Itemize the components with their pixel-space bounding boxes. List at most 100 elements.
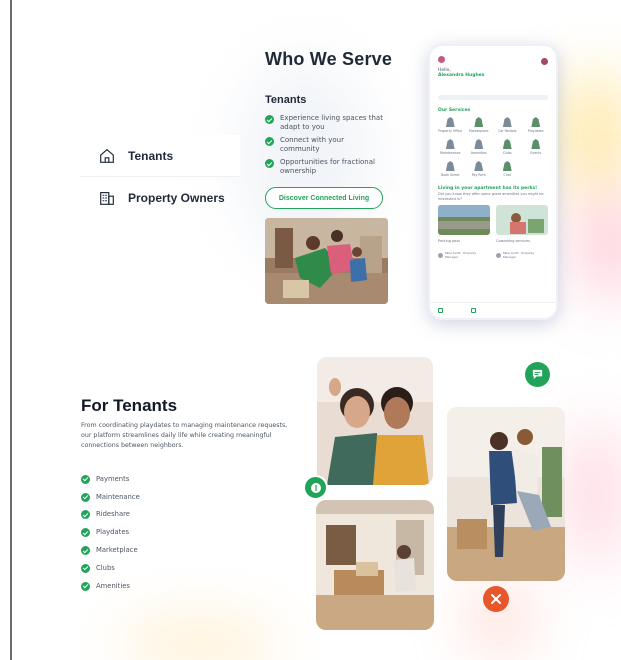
tenant-features-list: Payments Maintenance Rideshare Playdates…	[81, 470, 140, 595]
phone-perk-cards	[430, 201, 556, 236]
parking-card-image[interactable]	[438, 205, 490, 236]
check-icon	[265, 159, 274, 168]
moving-boxes-photo	[316, 500, 434, 630]
avatar[interactable]	[541, 58, 548, 65]
service-label: Property Office	[438, 129, 463, 133]
service-icon	[531, 139, 541, 149]
feature-label: Amenities	[96, 581, 130, 590]
service-item[interactable]: Car Rentals	[493, 117, 522, 133]
benefit-text: Experience living spaces that adapt to y…	[280, 114, 383, 131]
app-phone-mockup: Hello, Alexandra Hughes Our Services Pro…	[428, 44, 558, 320]
service-label: Chat	[503, 173, 511, 177]
maintenance-badge	[483, 586, 509, 612]
check-icon	[265, 115, 274, 124]
service-item[interactable]: Property Office	[436, 117, 465, 133]
discover-connected-living-button[interactable]: Discover Connected Living	[265, 187, 383, 209]
contact-chip[interactable]: Mike Scott · Property Manager	[438, 251, 490, 259]
service-item[interactable]: Playdates	[522, 117, 551, 133]
feature-item: Payments	[81, 470, 140, 488]
benefit-text: Connect with your community	[280, 136, 344, 153]
feature-item: Rideshare	[81, 506, 140, 524]
contact-text: Mike Scott · Property Manager	[444, 251, 477, 260]
payment-badge	[303, 475, 328, 500]
service-icon	[445, 117, 455, 127]
service-label: Book Sheet	[441, 173, 460, 177]
decor-glow	[560, 420, 621, 570]
avatar	[438, 252, 443, 258]
service-label: Marketplace	[468, 129, 489, 133]
chat-badge	[525, 362, 550, 387]
phone-card-captions: Parking pass Coworking services	[430, 235, 556, 243]
check-icon	[81, 546, 90, 556]
tools-icon	[491, 594, 501, 604]
feature-label: Maintenance	[96, 492, 140, 501]
check-icon	[81, 563, 90, 573]
service-item[interactable]: Chat	[493, 161, 522, 177]
for-tenants-description: From coordinating playdates to managing …	[81, 422, 288, 449]
service-icon	[445, 161, 455, 171]
couple-dancing-photo	[447, 407, 565, 581]
service-item[interactable]: Maintenance	[436, 139, 465, 155]
phone-bottom-nav	[430, 302, 556, 318]
service-icon	[474, 117, 484, 127]
service-label: Amenities	[470, 151, 487, 155]
tab-property-owners-label: Property Owners	[128, 191, 225, 205]
building-icon	[100, 192, 114, 205]
check-icon	[81, 581, 90, 591]
card-caption: Parking pass	[438, 239, 461, 244]
phone-services-title: Our Services	[438, 108, 471, 113]
service-item[interactable]: Amenities	[465, 139, 494, 155]
benefit-item: Opportunities for fractional ownership	[265, 158, 385, 176]
couple-selfie-photo	[317, 357, 433, 485]
service-label: Events	[530, 151, 542, 155]
decor-glow	[120, 620, 280, 660]
service-label: Car Rentals	[498, 129, 517, 133]
decor-glow	[580, 190, 621, 300]
check-icon	[81, 492, 90, 502]
service-icon	[502, 139, 512, 149]
coworking-card-image[interactable]	[496, 205, 548, 236]
avatar	[496, 252, 501, 258]
feature-label: Marketplace	[96, 546, 138, 555]
feature-item: Amenities	[81, 577, 140, 595]
service-item[interactable]: Book Sheet	[436, 161, 465, 177]
service-icon	[531, 117, 541, 127]
contact-text: Mike Scott · Property Manager	[502, 251, 535, 260]
feature-item: Playdates	[81, 523, 140, 541]
service-icon	[502, 117, 512, 127]
phone-contacts: Mike Scott · Property Manager Mike Scott…	[430, 243, 556, 259]
service-item[interactable]: Clubs	[493, 139, 522, 155]
service-item[interactable]: Pay Rent	[465, 161, 494, 177]
feature-item: Clubs	[81, 559, 140, 577]
tenants-family-photo	[265, 218, 388, 304]
chat-icon	[532, 369, 543, 380]
home-icon[interactable]	[438, 308, 443, 313]
check-icon	[81, 510, 90, 520]
tab-property-owners[interactable]: Property Owners	[80, 177, 240, 219]
contact-chip[interactable]: Mike Scott · Property Manager	[496, 251, 548, 259]
page: Tenants Property Owners Who We Serve Ten…	[0, 0, 621, 660]
check-icon	[81, 528, 90, 538]
check-icon	[265, 137, 274, 146]
for-tenants-title: For Tenants	[81, 396, 178, 415]
phone-user-name: Alexandra Hughes	[438, 73, 485, 78]
phone-perks-title: Living in your apartment has its perks!	[438, 186, 538, 191]
service-icon	[474, 161, 484, 171]
feature-item: Maintenance	[81, 488, 140, 506]
tenant-benefits-list: Experience living spaces that adapt to y…	[265, 114, 385, 180]
service-item[interactable]: Marketplace	[465, 117, 494, 133]
service-item[interactable]: Events	[522, 139, 551, 155]
tab-tenants[interactable]: Tenants	[80, 135, 240, 177]
service-label: Playdates	[528, 129, 544, 133]
tab-tenants-label: Tenants	[128, 148, 174, 163]
left-border-line	[10, 0, 12, 660]
benefit-text: Opportunities for fractional ownership	[280, 158, 375, 175]
service-label: Pay Rent	[471, 173, 486, 177]
phone-services-grid: Property Office Marketplace Car Rentals …	[430, 117, 556, 177]
service-icon	[445, 139, 455, 149]
benefit-item: Connect with your community	[265, 136, 385, 154]
service-icon	[502, 161, 512, 171]
service-label: Clubs	[502, 151, 512, 155]
calendar-icon[interactable]	[471, 308, 476, 313]
feature-label: Playdates	[96, 528, 130, 537]
